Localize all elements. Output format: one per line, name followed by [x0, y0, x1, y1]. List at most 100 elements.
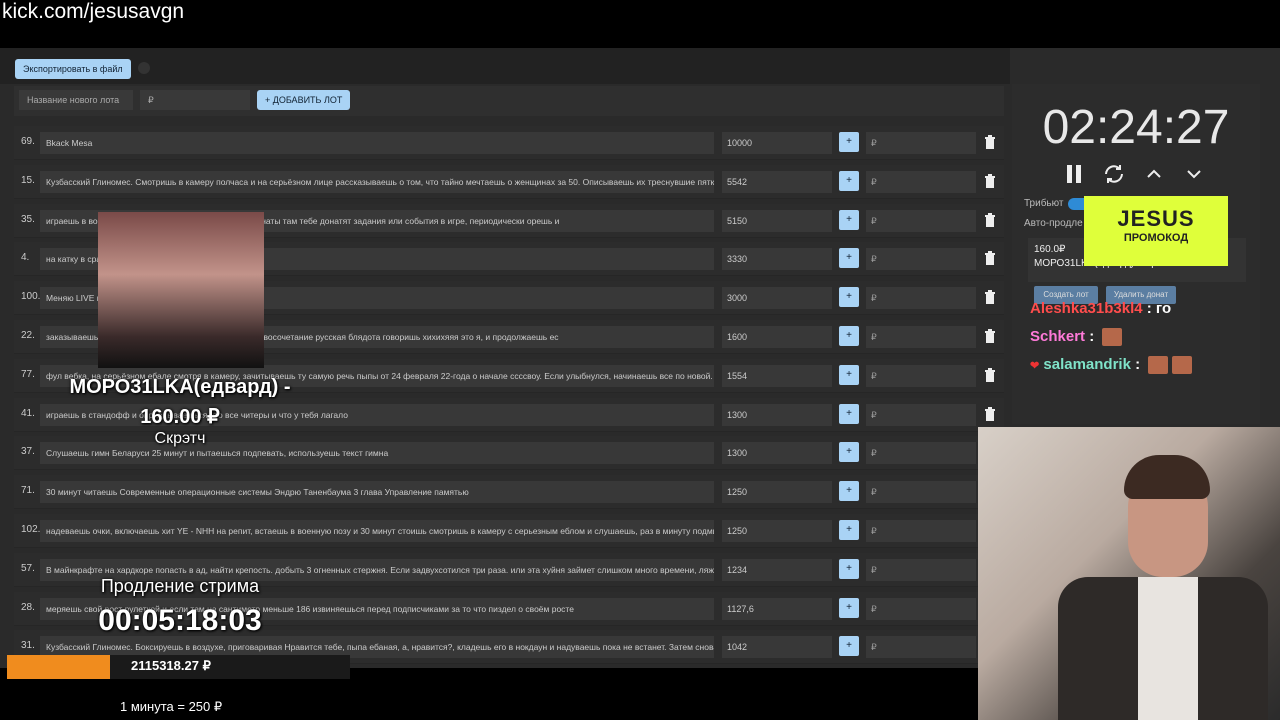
chevron-down-icon[interactable] [1182, 162, 1206, 186]
lot-add-amount-input[interactable]: ₽ [866, 287, 976, 310]
lot-add-amount-input[interactable]: ₽ [866, 326, 976, 348]
trash-icon[interactable] [984, 212, 996, 227]
lot-add-amount-input[interactable]: ₽ [866, 403, 976, 426]
extension-rate: 1 минута = 250 ₽ [120, 699, 223, 714]
tributes-label: Трибьют [1024, 198, 1064, 209]
lot-number: 15. [21, 174, 35, 186]
lot-add-amount-input[interactable]: ₽ [866, 364, 976, 387]
lot-number: 35. [21, 213, 35, 225]
lot-add-amount-input[interactable]: ₽ [866, 558, 976, 581]
lot-add-amount-input[interactable]: ₽ [866, 520, 976, 542]
lot-number: 71. [21, 485, 35, 497]
lot-add-button[interactable]: + [839, 403, 859, 424]
promo-subtitle: ПРОМОКОД [1123, 232, 1189, 244]
webcam-feed [978, 427, 1280, 720]
trash-icon[interactable] [984, 290, 996, 305]
lot-add-button[interactable]: + [839, 597, 859, 618]
emote-icon [1172, 356, 1193, 375]
export-button[interactable]: Экспортировать в файл [15, 59, 131, 79]
trash-icon[interactable] [984, 135, 996, 149]
lot-price-input[interactable]: 1042 [722, 636, 832, 659]
chat-separator: : [1085, 328, 1099, 345]
lot-add-button[interactable]: + [839, 481, 859, 502]
lot-add-amount-input[interactable]: ₽ [866, 132, 976, 154]
lot-add-button[interactable]: + [839, 558, 859, 579]
lot-number: 100. [21, 291, 41, 303]
lot-name-input[interactable]: Кузбасский Глиномес. Смотришь в камеру п… [40, 170, 714, 193]
lot-price-input[interactable]: 1234 [722, 558, 832, 581]
new-lot-price-input[interactable]: ₽ [140, 90, 250, 110]
extension-countdown: 00:05:18:03 [98, 604, 262, 637]
lot-add-amount-input[interactable]: ₽ [866, 209, 976, 232]
webcam-hair [1124, 455, 1210, 499]
lot-add-amount-input[interactable]: ₽ [866, 636, 976, 659]
lot-number: 31. [21, 640, 35, 652]
toolbar: Экспортировать в файл [0, 48, 1010, 84]
lot-add-button[interactable]: + [839, 248, 859, 269]
extension-progress: 2115318.27 ₽ [7, 655, 350, 679]
trash-icon[interactable] [984, 406, 996, 421]
add-lot-row: Название нового лота ₽ + ДОБАВИТЬ ЛОТ [14, 86, 1004, 116]
lot-price-input[interactable]: 3000 [722, 287, 832, 310]
lot-name-input[interactable]: Bkack Mesa [40, 132, 714, 154]
lot-row: 71. 30 минут читаешь Современные операцио… [14, 475, 1004, 510]
chat-text: го [1155, 300, 1172, 317]
lot-add-amount-input[interactable]: ₽ [866, 597, 976, 620]
lot-add-button[interactable]: + [839, 209, 859, 230]
chat-message: Aleshka31b3kl4 : го [1030, 300, 1171, 317]
chat-message: ❤ salamandrik : [1030, 356, 1193, 375]
lot-add-button[interactable]: + [839, 287, 859, 308]
trash-icon[interactable] [984, 173, 996, 188]
lot-price-input[interactable]: 1250 [722, 520, 832, 542]
trash-icon[interactable] [984, 329, 996, 343]
emote-icon [1148, 356, 1169, 375]
extension-title: Продление стрима [100, 576, 260, 596]
donation-alert-image [98, 212, 264, 368]
lot-price-input[interactable]: 1554 [722, 364, 832, 387]
lot-add-amount-input[interactable]: ₽ [866, 481, 976, 504]
lot-price-input[interactable]: 5542 [722, 170, 832, 193]
refresh-icon[interactable] [1102, 162, 1126, 186]
promo-title: JESUS [1117, 206, 1195, 231]
lot-number: 57. [21, 562, 35, 574]
lot-add-button[interactable]: + [839, 636, 859, 657]
lot-add-button[interactable]: + [839, 442, 859, 463]
lot-add-amount-input[interactable]: ₽ [866, 170, 976, 193]
extension-total: 2115318.27 ₽ [131, 658, 211, 673]
chat-username: Schkert [1030, 328, 1086, 345]
lot-add-button[interactable]: + [839, 520, 859, 540]
progress-fill [7, 655, 110, 679]
chevron-up-icon[interactable] [1142, 162, 1166, 186]
lot-price-input[interactable]: 3330 [722, 248, 832, 271]
pause-icon[interactable] [1062, 162, 1086, 186]
chat-separator: : [1142, 300, 1156, 317]
lot-price-input[interactable]: 10000 [722, 132, 832, 154]
alert-message: Скрэтч [154, 430, 206, 447]
lot-number: 22. [21, 330, 35, 341]
lot-add-button[interactable]: + [839, 326, 859, 346]
add-lot-button[interactable]: + ДОБАВИТЬ ЛОТ [257, 90, 351, 110]
lot-price-input[interactable]: 1250 [722, 481, 832, 504]
lot-add-button[interactable]: + [839, 170, 859, 191]
lot-price-input[interactable]: 1127,6 [722, 597, 832, 620]
lot-add-button[interactable]: + [839, 132, 859, 152]
lot-add-button[interactable]: + [839, 364, 859, 385]
lot-price-input[interactable]: 1300 [722, 403, 832, 426]
promo-banner: JESUS ПРОМОКОД [1084, 196, 1228, 266]
lot-name-input[interactable]: надеваешь очки, включаешь хит YE - NHH н… [40, 520, 714, 542]
url-text[interactable]: kick.com/jesusavgn [2, 0, 184, 24]
trash-icon[interactable] [984, 251, 996, 266]
lot-add-amount-input[interactable]: ₽ [866, 442, 976, 465]
lot-add-amount-input[interactable]: ₽ [866, 248, 976, 271]
lot-price-input[interactable]: 1300 [722, 442, 832, 465]
trash-icon[interactable] [984, 367, 996, 382]
theme-toggle[interactable] [138, 62, 150, 74]
new-lot-name-input[interactable]: Название нового лота [19, 90, 133, 110]
lot-price-input[interactable]: 5150 [722, 209, 832, 232]
lot-row: 15. Кузбасский Глиномес. Смотришь в камер… [14, 164, 1004, 199]
chat-username: salamandrik [1043, 356, 1131, 373]
lot-name-input[interactable]: 30 минут читаешь Современные операционны… [40, 481, 714, 504]
lot-price-input[interactable]: 1600 [722, 326, 832, 348]
badge-icon: ❤ [1030, 360, 1040, 372]
webcam-shirt [1138, 577, 1198, 720]
